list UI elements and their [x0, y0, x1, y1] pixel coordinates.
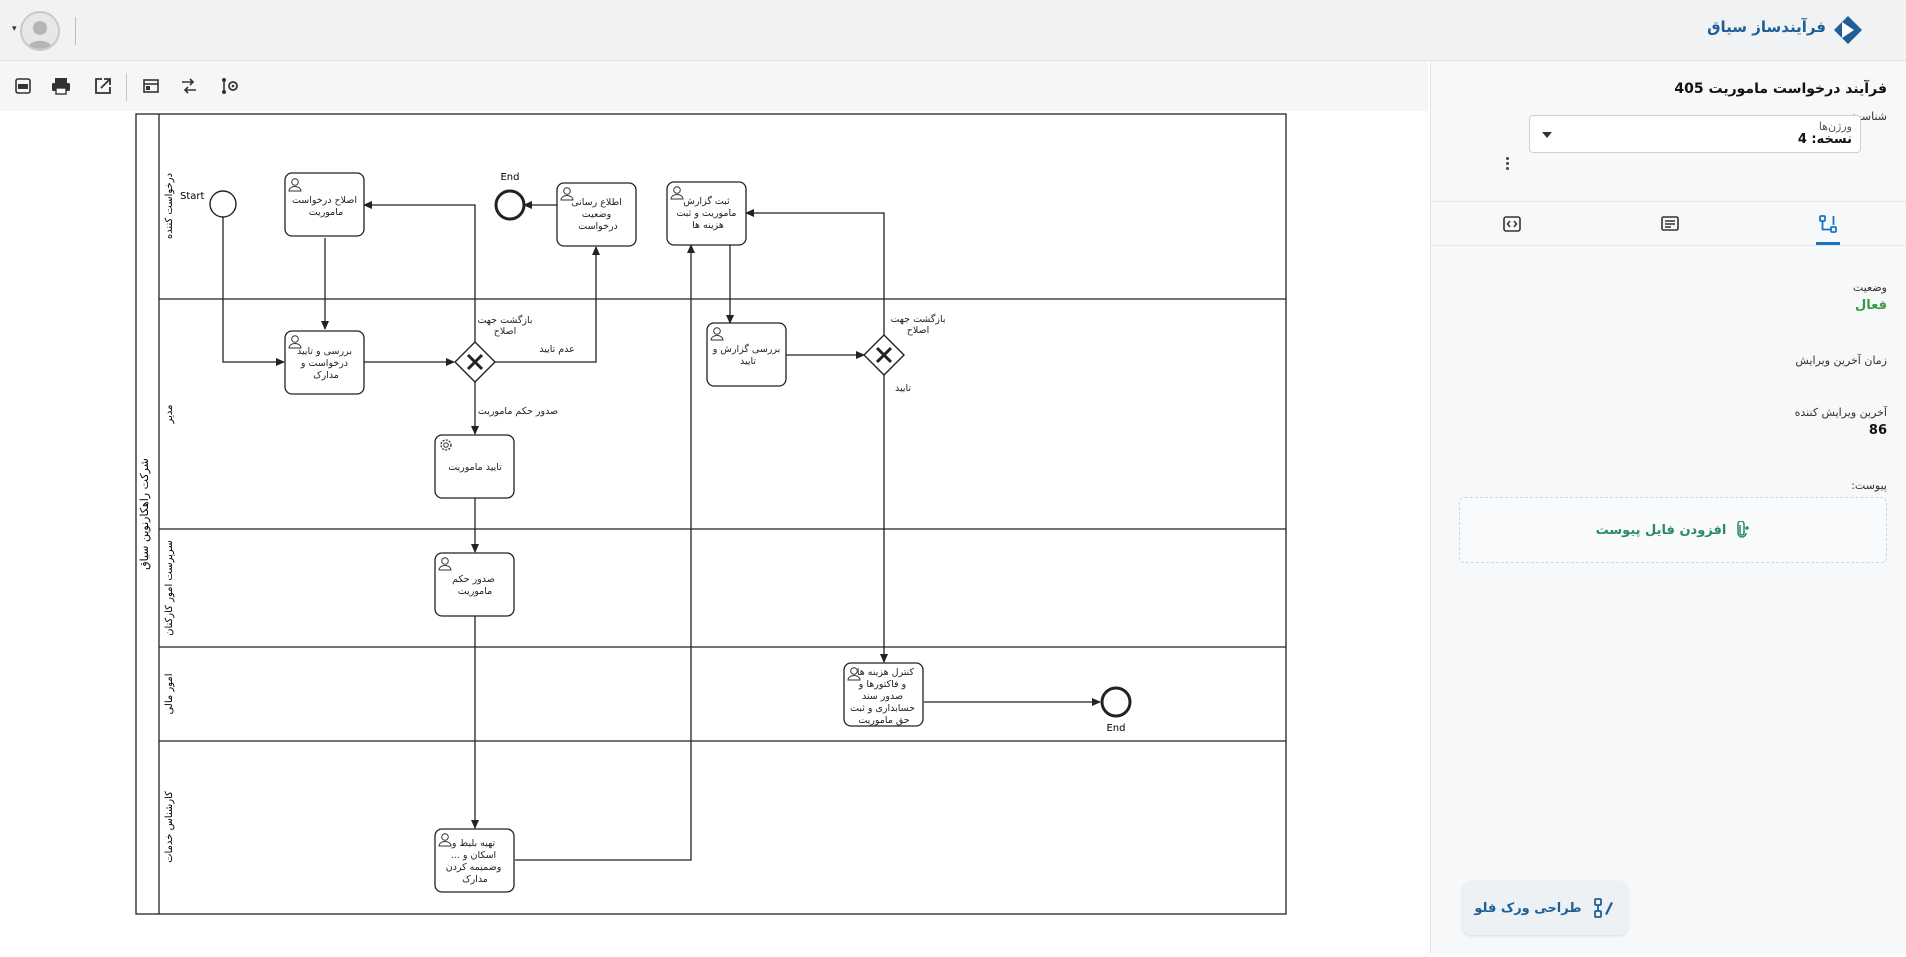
tab-details[interactable]	[1591, 202, 1749, 245]
more-options-icon[interactable]	[1504, 155, 1510, 173]
task-review-report[interactable]: بررسی گزارش و تایید	[706, 322, 787, 387]
print-icon	[52, 78, 70, 95]
layout-button[interactable]	[138, 73, 164, 99]
swap-lanes-button[interactable]	[176, 73, 202, 99]
diagram-toolbar	[0, 61, 1428, 111]
flow-label-approve: تایید	[895, 383, 911, 394]
task-approve-mission[interactable]: تایید ماموریت	[434, 434, 515, 499]
xml-export-button[interactable]	[10, 73, 36, 99]
properties-panel: فرآیند درخواست ماموریت 405 شناسه: ورژن‌ه…	[1430, 61, 1906, 953]
end-event-requester[interactable]	[494, 189, 526, 221]
diagram-canvas[interactable]: شرکت راهکارنوین سیاق درخواست کننده مدیر …	[0, 111, 1428, 953]
task-register-report[interactable]: ثبت گزارش ماموریت و ثبت هزینه ها	[666, 181, 747, 246]
flow-label-issue-order: صدور حکم ماموریت	[478, 406, 558, 417]
tab-code[interactable]	[1433, 202, 1591, 245]
lane-label-requester: درخواست کننده	[164, 173, 175, 239]
lane-label-services: کارشناس خدمات	[164, 791, 175, 863]
task-review-request[interactable]: بررسی و تایید درخواست و مدارک	[284, 330, 365, 395]
svg-text:صدور حکم ماموریت: صدور حکم ماموریت	[452, 574, 498, 597]
end-event-label-1: End	[500, 172, 519, 183]
flow-label-back-fix-1a: بازگشت جهت	[477, 314, 532, 326]
brand-name: فرآیندساز سیاق	[1707, 18, 1826, 36]
topbar-divider	[75, 17, 76, 45]
add-attachment-label: افزودن فایل پیوست	[1595, 522, 1727, 538]
toolbar-separator	[126, 73, 127, 101]
flow-settings-button[interactable]	[216, 73, 242, 99]
service-task-gear-icon	[440, 439, 452, 451]
tab-flow[interactable]	[1749, 202, 1906, 245]
last-edit-time-label: زمان آخرین ویرایش	[1795, 354, 1887, 367]
start-event[interactable]	[209, 190, 237, 218]
workflow-design-icon	[1593, 898, 1613, 918]
avatar-menu-caret-icon[interactable]: ▾	[12, 24, 17, 34]
user-avatar-icon	[27, 21, 53, 49]
lane-label-personnel: سرپرست امور کارکنان	[164, 540, 175, 636]
code-icon	[1503, 215, 1521, 232]
user-avatar[interactable]	[20, 11, 60, 51]
lane-label-manager: مدیر	[164, 405, 175, 425]
task-notify-status[interactable]: اطلاع رسانی وضعیت درخواست	[556, 182, 637, 247]
dropdown-caret-icon	[1542, 132, 1552, 138]
lane-label-finance: امور مالی	[164, 673, 175, 714]
version-select[interactable]: ورژن‌ها نسخه: 4	[1529, 115, 1861, 153]
flow-icon	[1819, 214, 1837, 233]
open-external-button[interactable]	[90, 73, 116, 99]
details-icon	[1661, 215, 1679, 231]
attachment-label: پیوست:	[1851, 479, 1887, 492]
xml-export-icon	[15, 78, 31, 94]
end-event-label-2: End	[1106, 723, 1125, 734]
design-workflow-label: طراحی ورک فلو	[1474, 900, 1582, 916]
status-label: وضعیت	[1852, 281, 1887, 294]
settings-flow-icon	[222, 78, 238, 94]
last-editor-value: 86	[1868, 423, 1887, 438]
design-workflow-button[interactable]: طراحی ورک فلو	[1463, 881, 1627, 935]
top-bar: ▾ فرآیندساز سیاق	[0, 0, 1906, 61]
print-button[interactable]	[48, 73, 74, 99]
end-event-finance[interactable]	[1100, 686, 1132, 718]
add-attachment-button[interactable]: افزودن فایل پیوست	[1459, 497, 1887, 563]
flow-label-back-fix-2b: اصلاح	[907, 325, 930, 336]
task-control-costs[interactable]: کنترل هزینه ها و فاکتورها و صدور سند حسا…	[843, 662, 924, 727]
bpmn-diagram: شرکت راهکارنوین سیاق درخواست کننده مدیر …	[135, 113, 1287, 915]
last-editor-label: آخرین ویرایش کننده	[1794, 406, 1887, 419]
layout-icon	[143, 79, 159, 93]
version-select-value: نسخه: 4	[1797, 132, 1852, 147]
flow-label-back-fix-1b: اصلاح	[494, 326, 517, 337]
open-external-icon	[95, 78, 111, 94]
svg-text:تایید ماموریت: تایید ماموریت	[448, 462, 502, 473]
flow-label-reject: عدم تایید	[539, 344, 575, 355]
task-issue-order[interactable]: صدور حکم ماموریت	[434, 552, 515, 617]
task-prepare-tickets[interactable]: تهیه بلیط و ... اسکان و وضمیمه کردن مدار…	[434, 828, 515, 893]
pool-label: شرکت راهکارنوین سیاق	[138, 458, 151, 570]
task-fix-request[interactable]: اصلاح درخواست ماموریت	[284, 172, 365, 237]
swap-icon	[182, 78, 196, 94]
paperclip-add-icon	[1737, 521, 1750, 538]
process-title: فرآیند درخواست ماموریت 405	[1674, 81, 1887, 97]
start-event-label: Start	[180, 191, 205, 202]
panel-tabs	[1431, 201, 1906, 246]
brand-logo-icon	[1834, 16, 1862, 44]
flow-label-back-fix-2a: بازگشت جهت	[890, 313, 945, 325]
status-value: فعال	[1854, 298, 1887, 313]
